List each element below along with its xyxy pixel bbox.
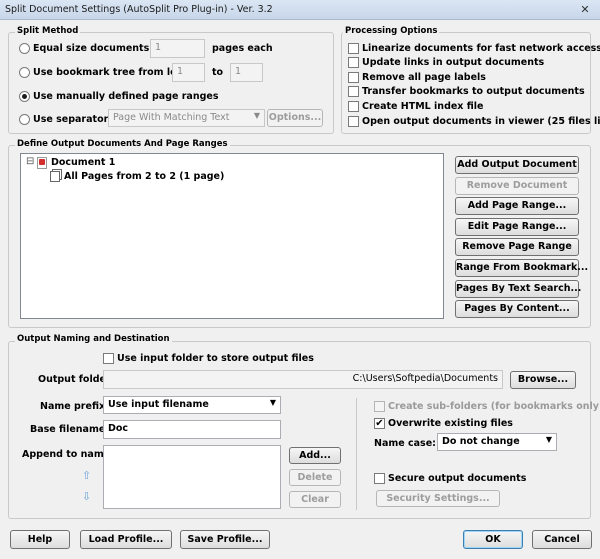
add-output-document-button[interactable]: Add Output Document	[455, 156, 579, 174]
range-from-bookmark-button[interactable]: Range From Bookmark...	[455, 259, 588, 277]
processing-options-label: Processing Options	[343, 26, 440, 36]
remove-page-range-button[interactable]: Remove Page Range	[455, 238, 579, 256]
use-input-folder-checkbox[interactable]	[103, 353, 114, 364]
pages-each-label: pages each	[212, 43, 273, 54]
ok-button[interactable]: OK	[463, 530, 523, 549]
bookmark-level-label: Use bookmark tree from level	[33, 67, 193, 78]
remove-document-button[interactable]: Remove Document	[455, 177, 579, 195]
tree-range-label[interactable]: All Pages from 2 to 2 (1 page)	[64, 171, 224, 182]
remove-page-labels-label: Remove all page labels	[362, 72, 486, 83]
to-label: to	[212, 67, 224, 78]
edit-page-range-button[interactable]: Edit Page Range...	[455, 218, 579, 236]
pages-by-content-button[interactable]: Pages By Content...	[455, 300, 579, 318]
output-naming-label: Output Naming and Destination	[15, 334, 172, 344]
equal-size-radio[interactable]	[19, 43, 30, 54]
load-profile-button[interactable]: Load Profile...	[80, 530, 172, 549]
open-in-viewer-label: Open output documents in viewer (25 file…	[362, 116, 600, 127]
name-prefix-label: Name prefix:	[40, 401, 109, 412]
create-subfolders-checkbox[interactable]	[374, 401, 385, 412]
tree-document-label[interactable]: Document 1	[51, 157, 115, 168]
remove-page-labels-checkbox[interactable]	[348, 72, 359, 83]
use-input-folder-label: Use input folder to store output files	[117, 353, 314, 364]
page-range-icon	[50, 171, 60, 182]
equal-size-label: Equal size documents of	[33, 43, 164, 54]
linearize-label: Linearize documents for fast network acc…	[362, 43, 600, 54]
delete-append-button[interactable]: Delete	[289, 469, 341, 486]
cancel-button[interactable]: Cancel	[532, 530, 592, 549]
overwrite-checkbox[interactable]: ✔	[374, 418, 385, 429]
chevron-down-icon: ▼	[253, 111, 260, 120]
name-case-select[interactable]: Do not change ▼	[437, 433, 557, 451]
update-links-checkbox[interactable]	[348, 57, 359, 68]
separator-label: Use separator:	[33, 114, 113, 125]
browse-button[interactable]: Browse...	[510, 371, 576, 389]
open-in-viewer-checkbox[interactable]	[348, 116, 359, 127]
pdf-document-icon	[37, 157, 47, 169]
output-folder-input[interactable]: C:\Users\Softpedia\Documents	[103, 370, 503, 389]
separator-radio[interactable]	[19, 114, 30, 125]
bookmark-level-radio[interactable]	[19, 67, 30, 78]
chevron-down-icon: ▼	[269, 398, 276, 407]
base-filename-label: Base filename:	[30, 424, 110, 435]
chevron-down-icon: ▼	[545, 435, 552, 444]
pages-by-text-search-button[interactable]: Pages By Text Search...	[455, 280, 581, 298]
tree-collapse-icon[interactable]: ⊟	[26, 156, 34, 167]
name-case-value: Do not change	[442, 436, 520, 447]
output-folder-value: C:\Users\Softpedia\Documents	[352, 373, 498, 384]
transfer-bookmarks-label: Transfer bookmarks to output documents	[362, 86, 585, 97]
secure-output-label: Secure output documents	[388, 473, 527, 484]
security-settings-button[interactable]: Security Settings...	[376, 490, 500, 507]
html-index-checkbox[interactable]	[348, 101, 359, 112]
manual-ranges-radio[interactable]	[19, 91, 30, 102]
html-index-label: Create HTML index file	[362, 101, 484, 112]
output-documents-tree[interactable]: ⊟ Document 1 All Pages from 2 to 2 (1 pa…	[20, 153, 444, 319]
manual-ranges-label: Use manually defined page ranges	[33, 91, 219, 102]
append-to-name-list[interactable]	[103, 445, 281, 509]
add-append-button[interactable]: Add...	[289, 447, 341, 464]
add-page-range-button[interactable]: Add Page Range...	[455, 197, 579, 215]
section-divider	[356, 398, 357, 510]
create-subfolders-label: Create sub-folders (for bookmarks only)	[388, 401, 600, 412]
linearize-checkbox[interactable]	[348, 43, 359, 54]
title-bar: Split Document Settings (AutoSplit Pro P…	[0, 0, 600, 20]
equal-size-input[interactable]: 1	[150, 39, 205, 58]
bookmark-from-input[interactable]: 1	[172, 63, 205, 82]
update-links-label: Update links in output documents	[362, 57, 545, 68]
move-up-icon[interactable]: ⇧	[79, 468, 94, 483]
bookmark-to-input[interactable]: 1	[230, 63, 263, 82]
separator-select-value: Page With Matching Text	[113, 112, 230, 123]
overwrite-label: Overwrite existing files	[388, 418, 513, 429]
help-button[interactable]: Help	[10, 530, 70, 549]
save-profile-button[interactable]: Save Profile...	[180, 530, 270, 549]
name-case-label: Name case:	[374, 438, 436, 449]
name-prefix-select[interactable]: Use input filename ▼	[103, 396, 281, 414]
options-button[interactable]: Options...	[267, 109, 323, 127]
base-filename-input[interactable]: Doc	[103, 420, 281, 439]
append-to-name-label: Append to name:	[22, 449, 114, 460]
transfer-bookmarks-checkbox[interactable]	[348, 86, 359, 97]
secure-output-checkbox[interactable]	[374, 473, 385, 484]
name-prefix-value: Use input filename	[108, 399, 209, 410]
split-method-label: Split Method	[15, 26, 81, 36]
window-title: Split Document Settings (AutoSplit Pro P…	[5, 4, 273, 15]
separator-select[interactable]: Page With Matching Text ▼	[108, 109, 265, 127]
clear-append-button[interactable]: Clear	[289, 491, 341, 508]
move-down-icon[interactable]: ⇩	[79, 489, 94, 504]
close-icon[interactable]: ✕	[576, 3, 594, 17]
define-output-label: Define Output Documents And Page Ranges	[15, 139, 230, 149]
